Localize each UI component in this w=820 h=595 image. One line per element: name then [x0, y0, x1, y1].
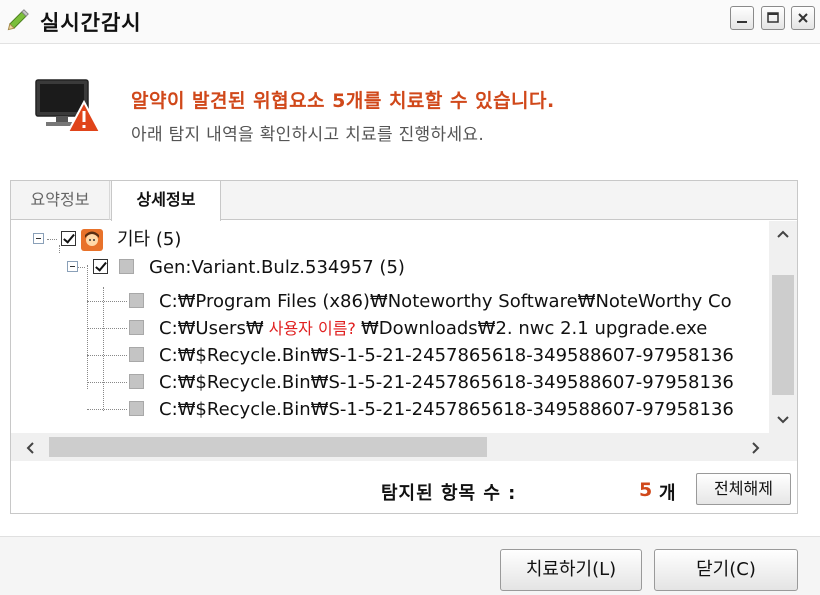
tree-child-label: Gen:Variant.Bulz.534957 (5)	[149, 257, 405, 278]
title-bar: 실시간감시	[0, 0, 820, 44]
horizontal-scroll-thumb[interactable]	[49, 437, 487, 457]
tree-connector	[87, 328, 127, 329]
alert-subtitle: 아래 탐지 내역을 확인하시고 치료를 진행하세요.	[131, 125, 485, 145]
file-path: C:₩Program Files (x86)₩Noteworthy Softwa…	[159, 291, 732, 312]
maximize-button[interactable]	[761, 6, 785, 30]
user-icon	[81, 229, 103, 251]
file-path: C:₩Users₩ 사용자 이름? ₩Downloads₩2. nwc 2.1 …	[159, 316, 707, 342]
detection-panel: 요약정보 상세정보 기타 (5) Gen:Variant.Bulz.534957…	[10, 180, 798, 514]
scroll-left-icon[interactable]	[25, 441, 35, 459]
file-path: C:₩$Recycle.Bin₩S-1-5-21-2457865618-3495…	[159, 399, 734, 420]
child-checkbox[interactable]	[93, 259, 108, 274]
tree-connector	[87, 301, 127, 302]
treat-button[interactable]: 치료하기(L)	[500, 549, 642, 591]
detection-tree: 기타 (5) Gen:Variant.Bulz.534957 (5) C:₩Pr…	[11, 221, 769, 433]
detected-count-unit: 개	[659, 483, 676, 504]
tree-connector	[103, 287, 104, 411]
tree-connector	[87, 265, 88, 389]
maximize-icon	[767, 12, 779, 23]
alert-title: 알약이 발견된 위협요소 5개를 치료할 수 있습니다.	[131, 90, 555, 112]
file-path: C:₩$Recycle.Bin₩S-1-5-21-2457865618-3495…	[159, 372, 734, 393]
tab-detail[interactable]: 상세정보	[111, 181, 221, 221]
scroll-right-icon[interactable]	[751, 441, 761, 459]
dialog-footer: 치료하기(L) 닫기(C)	[0, 536, 820, 595]
minimize-button[interactable]	[730, 6, 754, 30]
detected-count-label: 탐지된 항목 수 :	[381, 483, 517, 504]
root-checkbox[interactable]	[61, 231, 76, 246]
file-path-suffix: ₩Downloads₩2. nwc 2.1 upgrade.exe	[361, 318, 708, 339]
file-path: C:₩$Recycle.Bin₩S-1-5-21-2457865618-3495…	[159, 345, 734, 366]
scroll-down-icon[interactable]	[776, 413, 790, 429]
tab-strip: 요약정보 상세정보	[11, 181, 797, 221]
close-dialog-button[interactable]: 닫기(C)	[654, 549, 798, 591]
file-path-prefix: C:₩Users₩	[159, 318, 264, 339]
tree-connector	[87, 355, 127, 356]
monitor-warning-icon	[34, 76, 102, 136]
window-title: 실시간감시	[40, 11, 142, 35]
file-checkbox[interactable]	[129, 347, 144, 362]
collapse-toggle[interactable]	[33, 233, 44, 244]
tree-connector	[87, 409, 127, 410]
scroll-up-icon[interactable]	[776, 227, 790, 243]
horizontal-scrollbar[interactable]	[11, 433, 797, 461]
release-all-button[interactable]: 전체해제	[696, 473, 791, 505]
file-checkbox[interactable]	[129, 320, 144, 335]
detected-count-value: 5	[639, 479, 653, 501]
vertical-scroll-thumb[interactable]	[772, 275, 794, 395]
collapse-toggle[interactable]	[67, 261, 78, 272]
vertical-scrollbar[interactable]	[769, 221, 797, 433]
file-checkbox[interactable]	[129, 401, 144, 416]
tab-summary[interactable]: 요약정보	[11, 181, 110, 220]
minimize-icon	[737, 21, 747, 23]
file-checkbox[interactable]	[129, 374, 144, 389]
item-type-icon	[119, 259, 134, 274]
close-button[interactable]	[791, 6, 815, 30]
tree-root-label: 기타 (5)	[117, 229, 182, 250]
tree-connector	[59, 245, 60, 253]
file-checkbox[interactable]	[129, 293, 144, 308]
pencil-icon	[6, 6, 32, 32]
redacted-username: 사용자 이름?	[263, 319, 361, 338]
tree-connector	[87, 382, 127, 383]
close-icon	[798, 13, 808, 23]
tree-connector	[47, 239, 57, 240]
